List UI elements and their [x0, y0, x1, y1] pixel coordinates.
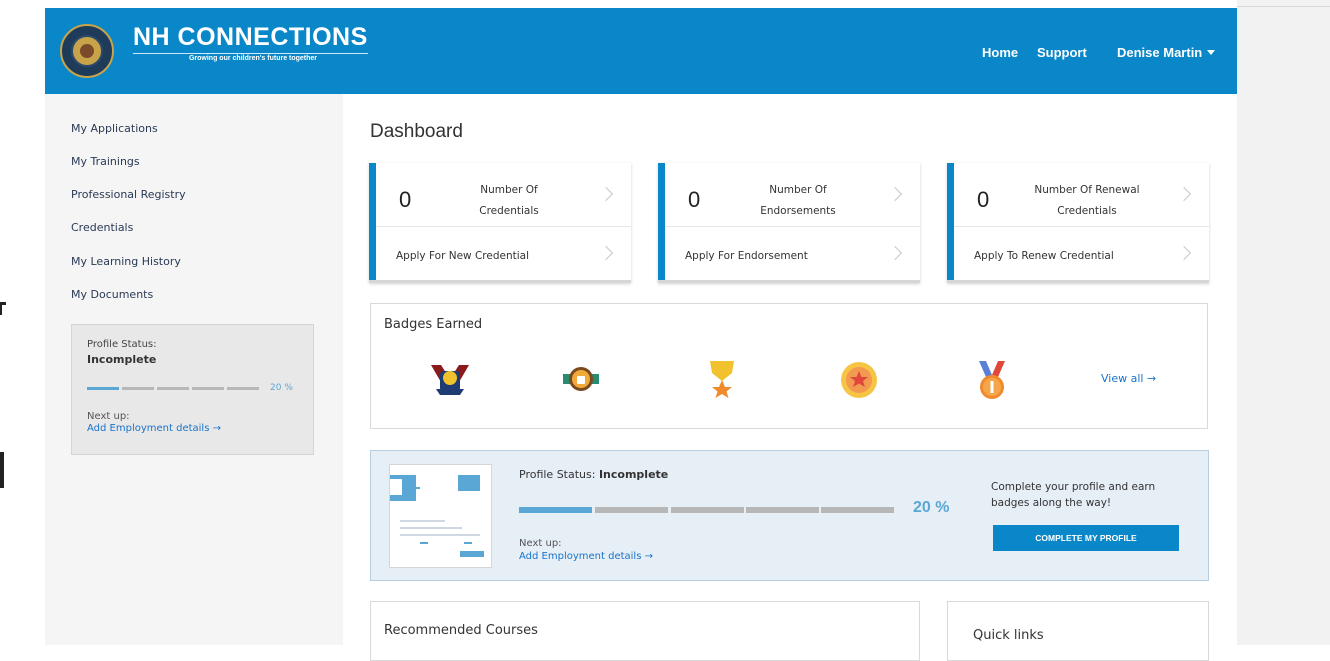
profile-document-illustration	[386, 464, 492, 568]
sidebar: My Applications My Trainings Professiona…	[45, 94, 343, 645]
progress-segment	[595, 507, 668, 513]
page-right-gutter	[1237, 0, 1330, 645]
progress-segment	[519, 507, 592, 513]
chevron-right-icon[interactable]	[598, 186, 614, 202]
seal-inner	[71, 35, 103, 67]
apply-new-credential-link[interactable]: Apply For New Credential	[396, 250, 529, 262]
nav-home[interactable]: Home	[982, 45, 1018, 60]
progress-segment	[821, 507, 894, 513]
card-divider	[376, 226, 631, 227]
star-seal-icon[interactable]	[838, 359, 880, 401]
endorsements-count: 0	[688, 187, 701, 212]
user-name: Denise Martin	[1117, 45, 1203, 60]
profile-status-label: Profile Status:	[519, 468, 596, 481]
badges-title: Badges Earned	[384, 317, 483, 332]
chevron-right-icon[interactable]	[1176, 245, 1192, 261]
profile-status-label: Profile Status:	[87, 339, 157, 350]
credentials-card: 0 Number Of Credentials Apply For New Cr…	[369, 163, 631, 283]
card-accent	[369, 163, 376, 280]
chevron-down-icon	[1207, 50, 1216, 55]
progress-segment	[671, 507, 744, 513]
profile-status-text: Profile Status: Incomplete	[519, 468, 668, 481]
card-divider	[954, 226, 1209, 227]
chevron-right-icon[interactable]	[887, 245, 903, 261]
brand-name[interactable]: NH CONNECTIONS	[133, 23, 368, 52]
sidebar-item-my-applications[interactable]: My Applications	[71, 122, 158, 135]
shield-badge-icon[interactable]	[429, 359, 471, 401]
left-edge-glyph	[0, 305, 2, 315]
apply-endorsement-link[interactable]: Apply For Endorsement	[685, 250, 808, 262]
sidebar-item-my-trainings[interactable]: My Trainings	[71, 155, 140, 168]
progress-segment	[227, 387, 259, 390]
chevron-right-icon[interactable]	[887, 186, 903, 202]
recommended-courses-title: Recommended Courses	[384, 623, 538, 638]
number-one-medal-icon[interactable]	[971, 359, 1013, 401]
brand-divider	[133, 53, 368, 54]
profile-percent: 20 %	[270, 383, 293, 393]
progress-segment	[87, 387, 119, 390]
sidebar-profile-status-card: Profile Status: Incomplete 20 % Next up:…	[71, 324, 314, 455]
endorsements-count-label[interactable]: Number Of Endorsements	[738, 180, 858, 222]
profile-status-value: Incomplete	[87, 353, 157, 366]
sidebar-item-professional-registry[interactable]: Professional Registry	[71, 188, 186, 201]
progress-segment	[192, 387, 224, 390]
next-up-label: Next up:	[87, 411, 130, 422]
credentials-count-label[interactable]: Number Of Credentials	[449, 180, 569, 222]
brand-tagline: Growing our children's future together	[188, 55, 318, 62]
credentials-count: 0	[399, 187, 412, 212]
complete-profile-message: Complete your profile and earn badges al…	[991, 481, 1156, 509]
chevron-right-icon[interactable]	[1176, 186, 1192, 202]
card-accent	[947, 163, 954, 280]
progress-segment	[157, 387, 189, 390]
left-edge-strip	[0, 0, 45, 645]
renewal-credentials-count-label[interactable]: Number Of Renewal Credentials	[1027, 180, 1147, 222]
seal-core	[80, 44, 94, 58]
star-medal-icon[interactable]	[701, 359, 743, 401]
sidebar-item-my-learning-history[interactable]: My Learning History	[71, 255, 181, 268]
card-divider	[665, 226, 920, 227]
quick-links-title: Quick links	[973, 628, 1044, 643]
nav-support[interactable]: Support	[1037, 45, 1087, 60]
recommended-courses-panel: Recommended Courses	[370, 601, 920, 661]
next-up-label: Next up:	[519, 538, 562, 549]
user-menu[interactable]: Denise Martin	[1117, 45, 1216, 60]
renewal-credentials-card: 0 Number Of Renewal Credentials Apply To…	[947, 163, 1209, 283]
profile-status-panel: Profile Status: Incomplete 20 % Next up:…	[370, 450, 1209, 581]
progress-segment	[746, 507, 819, 513]
apply-renew-credential-link[interactable]: Apply To Renew Credential	[974, 250, 1114, 262]
chevron-right-icon[interactable]	[598, 245, 614, 261]
left-edge-glyph	[0, 452, 4, 488]
state-seal-logo[interactable]	[60, 24, 114, 78]
sidebar-item-credentials[interactable]: Credentials	[71, 221, 133, 234]
profile-percent: 20 %	[913, 499, 950, 516]
profile-status-value: Incomplete	[598, 468, 669, 481]
sidebar-item-my-documents[interactable]: My Documents	[71, 288, 153, 301]
badges-earned-panel: Badges Earned View all →	[370, 303, 1208, 429]
card-accent	[658, 163, 665, 280]
site-header: NH CONNECTIONS Growing our children's fu…	[45, 8, 1237, 94]
quick-links-panel: Quick links	[947, 601, 1209, 661]
add-employment-link[interactable]: Add Employment details →	[87, 423, 221, 434]
view-all-badges-link[interactable]: View all →	[1101, 372, 1156, 385]
page-title: Dashboard	[370, 121, 463, 142]
top-rule	[1237, 6, 1330, 7]
renewal-credentials-count: 0	[977, 187, 990, 212]
add-employment-link[interactable]: Add Employment details →	[519, 551, 653, 562]
thumbs-up-badge-icon[interactable]	[560, 359, 602, 401]
complete-my-profile-button[interactable]: COMPLETE MY PROFILE	[993, 525, 1179, 551]
endorsements-card: 0 Number Of Endorsements Apply For Endor…	[658, 163, 920, 283]
progress-segment	[122, 387, 154, 390]
